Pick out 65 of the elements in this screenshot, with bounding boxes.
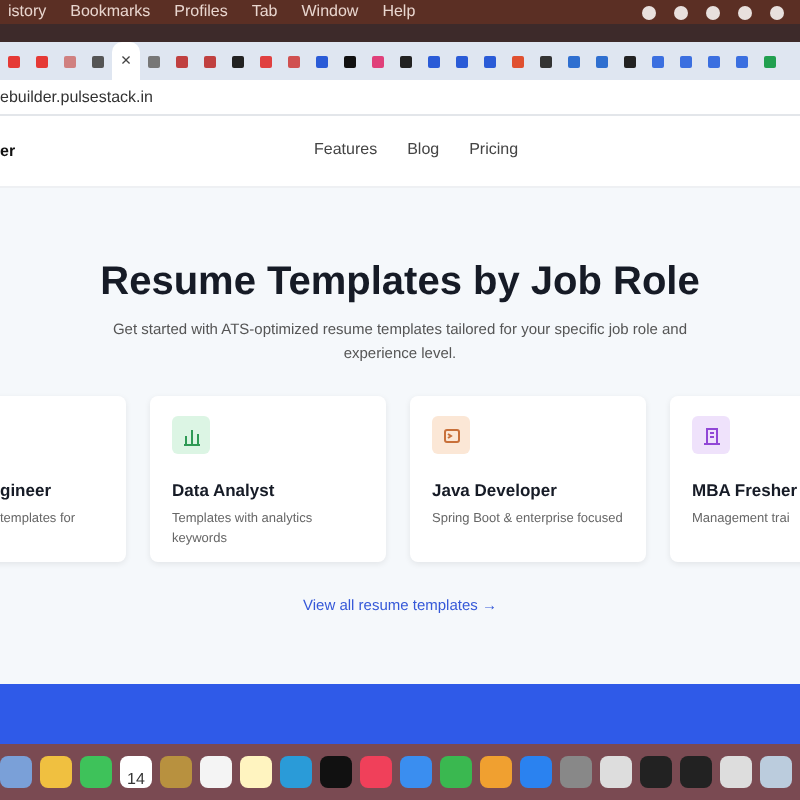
favicon-icon [344,55,356,67]
favicon-icon [64,55,76,67]
status-icon[interactable] [674,5,688,19]
card-title: MBA Fresher [692,478,800,504]
browser-tab[interactable]: × [112,42,140,80]
favicon-icon [8,55,20,67]
menu-item[interactable]: Tab [251,4,278,20]
close-icon[interactable]: × [120,52,132,70]
nav-link[interactable]: Pricing [469,138,519,162]
app-icon[interactable] [200,756,232,788]
favicon-icon [652,55,664,67]
favicon-icon [288,55,300,67]
status-icon[interactable] [642,5,656,19]
favicon-icon [540,55,552,67]
menu-item[interactable]: Profiles [174,4,228,20]
favicon-icon [512,55,524,67]
favicon-icon [680,55,692,67]
favicon-icon [484,55,496,67]
menu-item[interactable]: Help [382,4,416,20]
app-icon[interactable] [760,756,792,788]
hero-title: Resume Templates by Job Role [100,262,700,302]
role-icon [172,416,210,454]
favicon-icon [568,55,580,67]
nav-link[interactable]: Blog [407,138,440,162]
menu-item[interactable]: istory [8,4,47,20]
menu-item[interactable]: Bookmarks [70,4,151,20]
role-icon [432,416,470,454]
status-icon[interactable] [706,5,720,19]
menu-item[interactable]: Window [301,4,359,20]
app-icon[interactable] [440,756,472,788]
card-title: gineer [0,478,54,504]
app-icon[interactable] [40,756,72,788]
favicon-icon [764,55,776,67]
favicon-icon [36,55,48,67]
favicon-icon [176,55,188,67]
app-icon[interactable] [0,756,32,788]
app-icon[interactable] [600,756,632,788]
favicon-icon [708,55,720,67]
app-icon[interactable] [240,756,272,788]
favicon-icon [624,55,636,67]
favicon-icon [148,55,160,67]
favicon-icon [736,55,748,67]
status-icon[interactable] [738,5,752,19]
role-icon [692,416,730,454]
site-logo[interactable]: er [0,139,16,163]
favicon-icon [232,55,244,67]
favicon-icon [260,55,272,67]
nav-link[interactable]: Features [314,138,378,162]
app-icon[interactable] [320,756,352,788]
app-icon[interactable] [80,756,112,788]
favicon-icon [400,55,412,67]
calendar-app-icon[interactable]: 14 [120,756,152,788]
favicon-icon [204,55,216,67]
favicon-icon [372,55,384,67]
favicon-icon [456,55,468,67]
address-bar-url[interactable]: ebuilder.pulsestack.in [0,85,153,109]
app-icon[interactable] [720,756,752,788]
card-title: Data Analyst [172,478,277,504]
status-icon[interactable] [770,5,784,19]
card-title: Java Developer [432,478,559,504]
favicon-icon [316,55,328,67]
favicon-icon [428,55,440,67]
favicon-icon [596,55,608,67]
favicon-icon [92,55,104,67]
app-icon[interactable] [480,756,512,788]
